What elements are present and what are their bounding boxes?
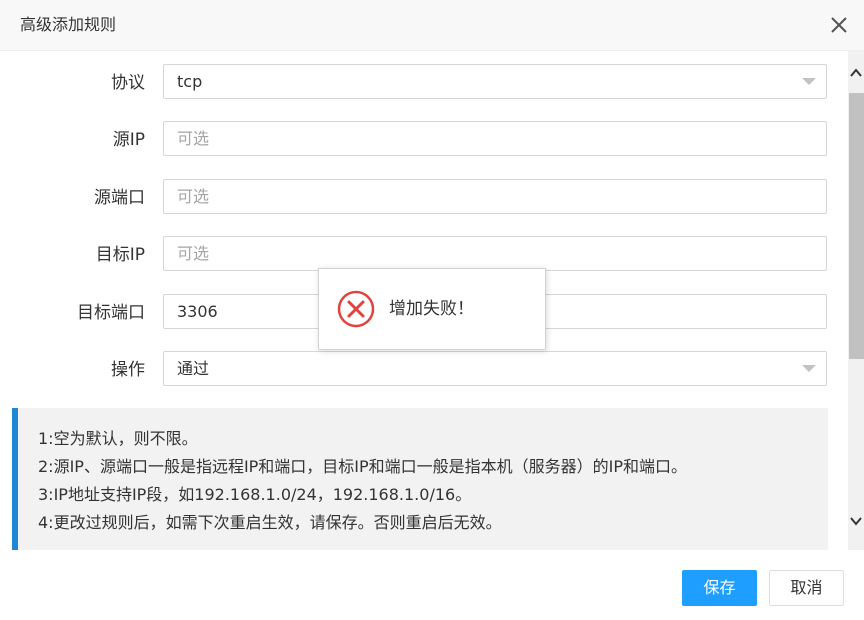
form-row-protocol: 协议 tcp: [0, 64, 848, 102]
action-value: 通过: [177, 359, 210, 378]
tip-line: 1:空为默认，则不限。: [38, 429, 198, 448]
protocol-select[interactable]: tcp: [163, 64, 827, 99]
error-toast: 增加失败！: [318, 268, 546, 350]
chevron-down-icon: [802, 365, 816, 372]
dialog-title: 高级添加规则: [20, 15, 117, 34]
source-ip-input[interactable]: [163, 121, 827, 156]
error-circle-icon: [337, 290, 375, 328]
source-port-input[interactable]: [163, 179, 827, 214]
tip-line: 2:源IP、源端口一般是指远程IP和端口，目标IP和端口一般是指本机（服务器）的…: [38, 457, 688, 476]
chevron-down-icon: [802, 78, 816, 85]
vertical-scrollbar[interactable]: [848, 51, 864, 550]
form-row-source-ip: 源IP: [0, 121, 848, 159]
action-select[interactable]: 通过: [163, 351, 827, 386]
tips-box: 1:空为默认，则不限。 2:源IP、源端口一般是指远程IP和端口，目标IP和端口…: [12, 408, 828, 550]
toast-message: 增加失败！: [389, 299, 474, 319]
cancel-button[interactable]: 取消: [769, 570, 844, 606]
scroll-up-icon[interactable]: [848, 65, 864, 81]
form-row-source-port: 源端口: [0, 179, 848, 217]
tip-line: 4:更改过规则后，如需下次重启生效，请保存。否则重启后无效。: [38, 513, 502, 532]
protocol-label: 协议: [111, 73, 145, 93]
target-ip-label: 目标IP: [95, 245, 145, 265]
tip-line: 3:IP地址支持IP段，如192.168.1.0/24，192.168.1.0/…: [38, 485, 472, 504]
source-port-label: 源端口: [94, 188, 145, 208]
protocol-value: tcp: [177, 72, 203, 91]
dialog-header: 高级添加规则: [0, 0, 864, 51]
close-icon[interactable]: [826, 12, 852, 38]
scroll-down-icon[interactable]: [848, 513, 864, 529]
action-label: 操作: [111, 360, 145, 380]
target-port-label: 目标端口: [77, 303, 145, 323]
source-ip-label: 源IP: [112, 130, 145, 150]
scrollbar-thumb[interactable]: [849, 93, 864, 359]
form-row-action: 操作 通过: [0, 351, 848, 389]
target-ip-input[interactable]: [163, 236, 827, 271]
save-button[interactable]: 保存: [682, 570, 757, 606]
